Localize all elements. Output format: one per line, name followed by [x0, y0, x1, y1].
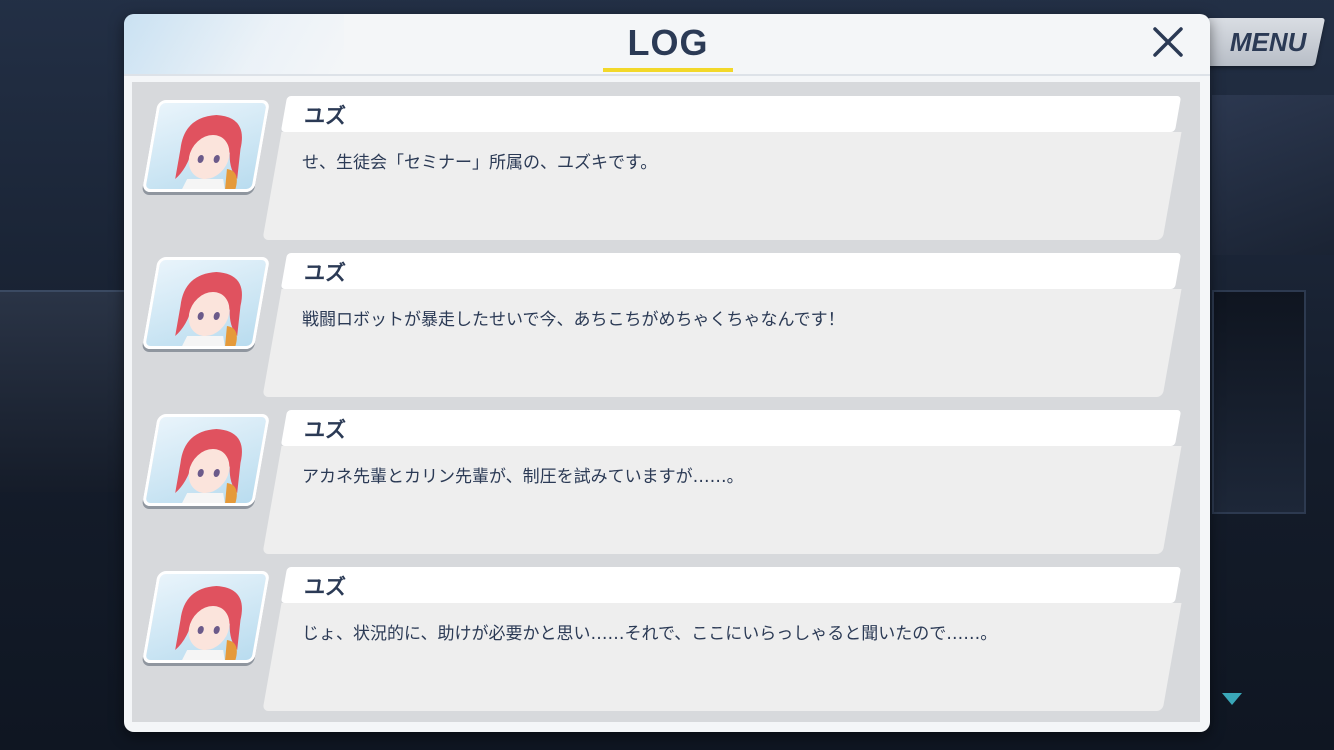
dialogue-text: せ、生徒会「セミナー」所属の、ユズキです。	[302, 153, 658, 173]
character-avatar	[141, 257, 271, 349]
character-portrait	[175, 586, 242, 663]
dialogue-text: 戦闘ロボットが暴走したせいで今、あちこちがめちゃくちゃなんです！	[302, 310, 845, 330]
character-portrait	[175, 115, 242, 192]
log-panel: LOG ユズ せ、生徒会「セミナー」所属の、ユズキです。 ユズ 戦闘ロボットが暴…	[124, 14, 1210, 732]
dialogue-text: じょ、状況的に、助けが必要かと思い……それで、ここにいらっしゃると聞いたので………	[302, 624, 998, 644]
speaker-bar	[280, 410, 1182, 446]
title-underline	[603, 68, 733, 72]
speaker-name: ユズ	[304, 575, 346, 599]
page-title: LOG	[627, 22, 709, 63]
speaker-bar	[280, 253, 1182, 289]
close-icon	[1153, 27, 1183, 57]
character-portrait	[175, 429, 242, 506]
character-portrait	[175, 272, 242, 349]
background-wall	[1212, 95, 1334, 255]
character-avatar	[141, 414, 271, 506]
character-avatar	[141, 571, 271, 663]
speaker-name: ユズ	[304, 418, 346, 442]
log-entry: ユズ せ、生徒会「セミナー」所属の、ユズキです。	[132, 82, 1200, 240]
speaker-bar	[280, 567, 1182, 603]
log-entry: ユズ じょ、状況的に、助けが必要かと思い……それで、ここにいらっしゃると聞いたの…	[132, 553, 1200, 711]
log-entry: ユズ アカネ先輩とカリン先輩が、制圧を試みていますが……。	[132, 396, 1200, 554]
close-button[interactable]	[1146, 20, 1190, 64]
dialogue-text: アカネ先輩とカリン先輩が、制圧を試みていますが……。	[302, 467, 744, 487]
speaker-name: ユズ	[304, 261, 346, 285]
menu-button[interactable]: MENU	[1196, 18, 1326, 66]
speaker-name: ユズ	[304, 104, 346, 128]
log-header: LOG	[124, 14, 1210, 76]
triangle-down-icon[interactable]	[1221, 692, 1243, 706]
menu-button-label: MENU	[1229, 26, 1307, 57]
speaker-bar	[280, 96, 1182, 132]
log-list[interactable]: ユズ せ、生徒会「セミナー」所属の、ユズキです。 ユズ 戦闘ロボットが暴走したせ…	[132, 82, 1200, 722]
log-entry: ユズ 戦闘ロボットが暴走したせいで今、あちこちがめちゃくちゃなんです！	[132, 239, 1200, 397]
background-monitor	[1212, 290, 1306, 514]
character-avatar	[141, 100, 271, 192]
background-desk	[0, 290, 130, 492]
